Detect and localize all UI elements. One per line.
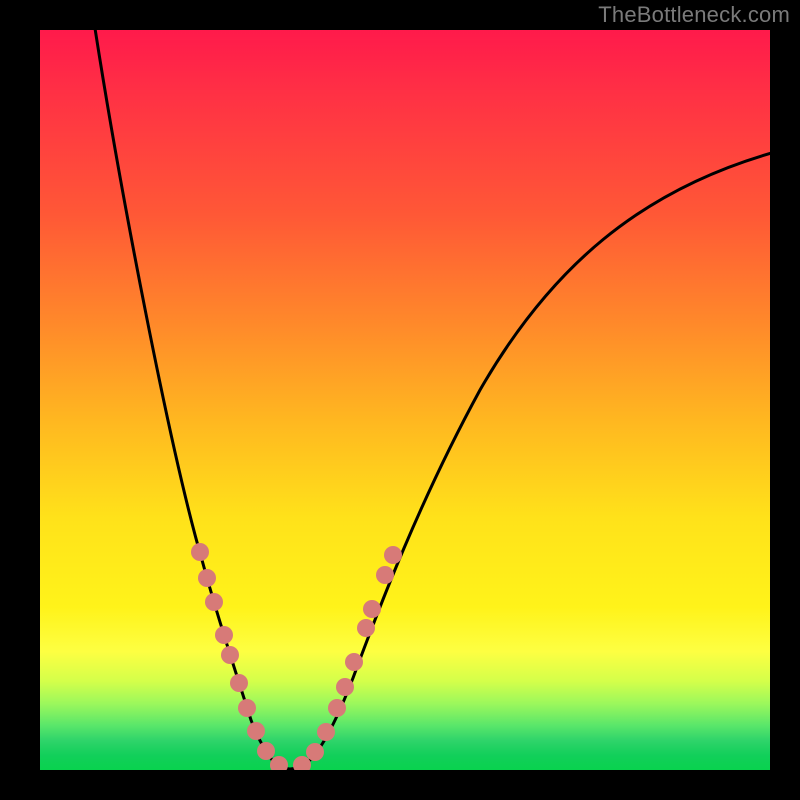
data-bead xyxy=(215,626,233,644)
data-bead xyxy=(363,600,381,618)
curve-right-branch xyxy=(290,152,770,769)
plot-area xyxy=(40,30,770,770)
data-bead xyxy=(376,566,394,584)
data-bead xyxy=(191,543,209,561)
data-bead xyxy=(205,593,223,611)
curve-layer xyxy=(40,30,770,770)
data-bead xyxy=(230,674,248,692)
data-bead xyxy=(257,742,275,760)
watermark-text: TheBottleneck.com xyxy=(598,2,790,28)
data-bead xyxy=(336,678,354,696)
data-bead xyxy=(238,699,256,717)
data-bead xyxy=(306,743,324,761)
data-bead xyxy=(247,722,265,740)
data-bead xyxy=(328,699,346,717)
data-bead xyxy=(357,619,375,637)
data-bead xyxy=(384,546,402,564)
curve-left-branch xyxy=(94,30,290,769)
beads-left-group xyxy=(191,543,288,770)
data-bead xyxy=(345,653,363,671)
chart-frame: TheBottleneck.com xyxy=(0,0,800,800)
data-bead xyxy=(317,723,335,741)
beads-right-group xyxy=(293,546,402,770)
data-bead xyxy=(221,646,239,664)
data-bead xyxy=(293,756,311,770)
data-bead xyxy=(270,756,288,770)
data-bead xyxy=(198,569,216,587)
